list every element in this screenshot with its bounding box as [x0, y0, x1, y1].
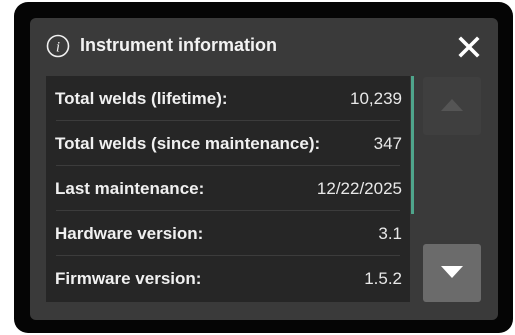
row-value: 1.5.2: [364, 269, 402, 288]
row-label: Hardware version:: [55, 224, 204, 243]
close-icon: [458, 36, 480, 58]
row-value: 10,239: [350, 89, 402, 108]
row-value: 347: [373, 134, 402, 153]
scroll-down-button[interactable]: [423, 244, 481, 302]
close-button[interactable]: [454, 32, 484, 62]
instrument-info-dialog: i Instrument information Total welds (li…: [30, 18, 498, 320]
svg-text:i: i: [56, 40, 60, 56]
info-row-hardware-version: Hardware version: 3.1: [46, 211, 410, 256]
row-label: Firmware version:: [55, 269, 202, 288]
row-value: 3.1: [378, 224, 402, 243]
info-circle-icon: i: [46, 34, 70, 58]
row-value: 12/22/2025: [316, 179, 402, 198]
triangle-up-icon: [441, 99, 463, 111]
dialog-title: Instrument information: [80, 35, 277, 55]
row-label: Total welds (lifetime):: [55, 89, 228, 108]
info-row-firmware-version: Firmware version: 1.5.2: [46, 256, 410, 301]
info-row-total-welds-since-maintenance: Total welds (since maintenance): 347: [46, 121, 410, 166]
row-label: Total welds (since maintenance):: [55, 134, 321, 153]
dialog-header: i Instrument information: [30, 18, 498, 74]
info-row-last-maintenance: Last maintenance: 12/22/2025: [46, 166, 410, 211]
scroll-position-indicator[interactable]: [411, 76, 414, 214]
info-list[interactable]: Total welds (lifetime): 10,239 Total wel…: [46, 76, 410, 302]
triangle-down-icon: [441, 266, 463, 278]
row-label: Last maintenance:: [55, 179, 205, 198]
scroll-up-button[interactable]: [423, 77, 481, 135]
info-row-total-welds-lifetime: Total welds (lifetime): 10,239: [46, 76, 410, 121]
